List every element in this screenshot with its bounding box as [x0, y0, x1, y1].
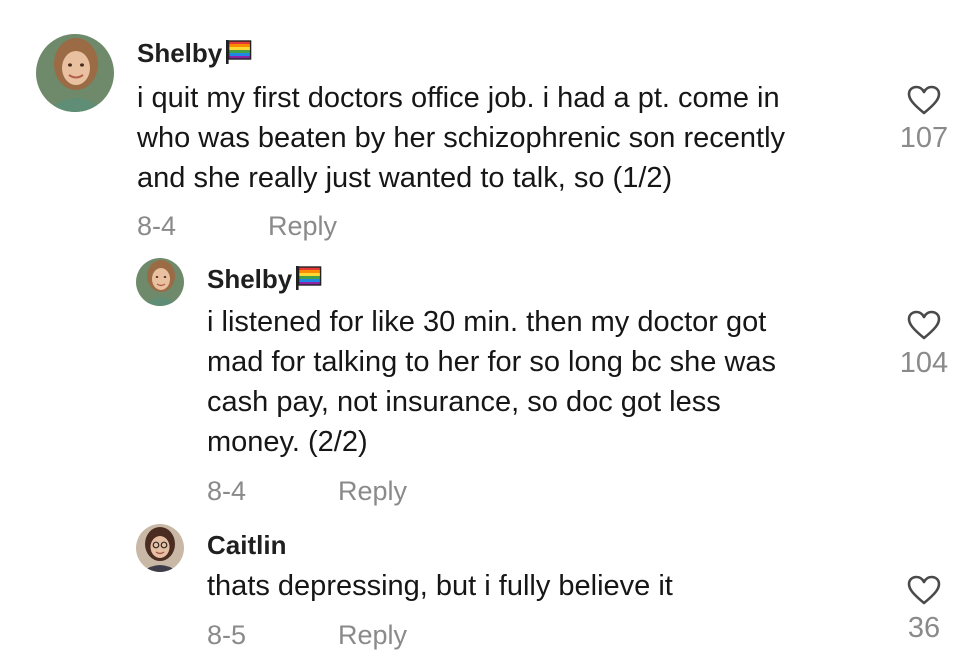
comment-date: 8-4 — [207, 476, 247, 506]
avatar[interactable] — [136, 258, 184, 306]
comment-date: 8-5 — [207, 620, 247, 650]
reply-button[interactable]: Reply — [338, 620, 407, 650]
heart-icon[interactable] — [906, 309, 942, 341]
comment-author[interactable]: Shelby — [207, 264, 323, 297]
reply-button[interactable]: Reply — [268, 211, 337, 241]
avatar[interactable] — [136, 524, 184, 572]
heart-icon[interactable] — [906, 84, 942, 116]
comment-line: mad for talking to her for so long bc sh… — [207, 346, 777, 378]
comment-line: i quit my first doctors office job. i ha… — [137, 82, 780, 114]
comment-line: thats depressing, but i fully believe it — [207, 570, 673, 602]
author-name: Shelby — [207, 264, 293, 294]
comment-line: money. (2/2) — [207, 426, 368, 458]
like-group: 107 — [884, 84, 964, 154]
comment-author[interactable]: Shelby — [137, 38, 253, 71]
like-count: 107 — [899, 122, 949, 154]
comment-line: and she really just wanted to talk, so (… — [137, 162, 673, 194]
like-count: 36 — [907, 612, 941, 644]
author-name: Shelby — [137, 38, 223, 68]
like-count: 104 — [899, 347, 949, 379]
comment-line: who was beaten by her schizophrenic son … — [137, 122, 786, 154]
reply-button[interactable]: Reply — [338, 476, 407, 506]
like-group: 104 — [884, 309, 964, 379]
avatar[interactable] — [36, 34, 114, 112]
rainbow-flag-icon — [225, 39, 253, 71]
comment-line: cash pay, not insurance, so doc got less — [207, 386, 721, 418]
comment-line: i listened for like 30 min. then my doct… — [207, 306, 767, 338]
like-group: 36 — [884, 574, 964, 644]
comment-text: i quit my first doctors office job. i ha… — [137, 78, 785, 198]
comment-shelby-2: Shelby i listened for like 30 min. then … — [0, 250, 980, 512]
comment-caitlin: Caitlin thats depressing, but i fully be… — [0, 512, 980, 664]
rainbow-flag-icon — [295, 265, 323, 297]
comment-date: 8-4 — [137, 211, 177, 241]
comment-author[interactable]: Caitlin — [207, 530, 286, 560]
heart-icon[interactable] — [906, 574, 942, 606]
comment-text: thats depressing, but i fully believe it — [207, 566, 673, 606]
comment-shelby-1: Shelby i quit my first doctors office jo… — [0, 0, 980, 250]
comment-text: i listened for like 30 min. then my doct… — [207, 302, 776, 462]
